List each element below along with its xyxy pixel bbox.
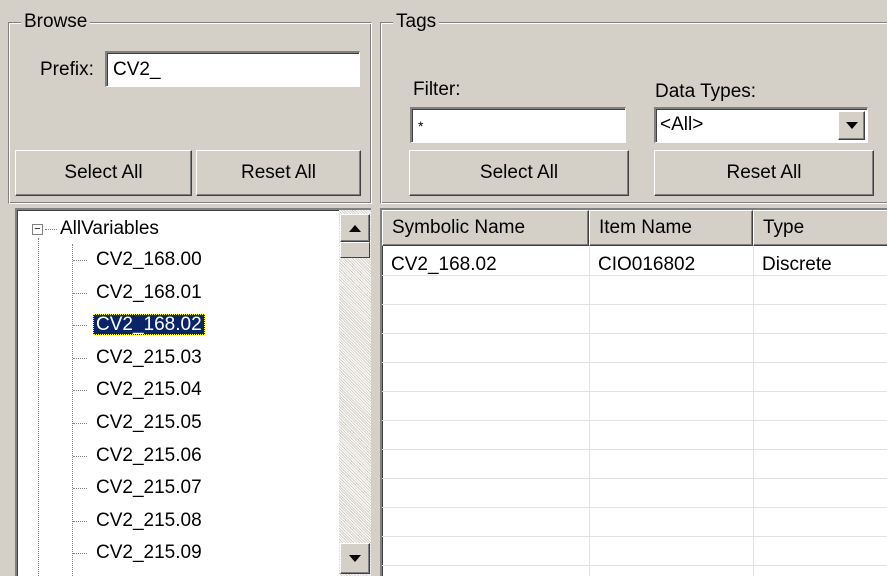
triangle-up-icon bbox=[349, 225, 361, 232]
tree-connector-line bbox=[73, 520, 87, 522]
browse-reset-all-button[interactable]: Reset All bbox=[196, 150, 361, 196]
tree-root-item[interactable]: AllVariables bbox=[57, 213, 162, 245]
tree-connector-line bbox=[72, 244, 73, 576]
data-types-select[interactable]: <All> bbox=[654, 107, 868, 143]
grid-line bbox=[382, 449, 887, 450]
data-types-value: <All> bbox=[660, 114, 704, 135]
table-cell: CV2_168.02 bbox=[391, 254, 497, 275]
grid-line bbox=[382, 565, 887, 566]
column-header-item-name[interactable]: Item Name bbox=[589, 210, 753, 246]
prefix-input[interactable] bbox=[105, 51, 360, 87]
tree-item[interactable]: CV2_168.01 bbox=[93, 277, 205, 309]
tree-connector-line bbox=[73, 390, 87, 392]
tree-scrollbar[interactable] bbox=[339, 210, 371, 576]
filter-label: Filter: bbox=[413, 79, 461, 100]
tree-item[interactable]: CV2_168.00 bbox=[93, 244, 205, 276]
tree-item[interactable]: CV2_215.03 bbox=[93, 342, 205, 374]
tree-item-label: CV2_215.03 bbox=[96, 346, 202, 368]
grid-line bbox=[382, 304, 887, 305]
prefix-label: Prefix: bbox=[40, 59, 94, 80]
table-cell: CIO016802 bbox=[598, 254, 696, 275]
tree-item[interactable]: CV2_215.05 bbox=[93, 407, 205, 439]
grid-line bbox=[382, 536, 887, 537]
table-cell: Discrete bbox=[762, 254, 832, 275]
tree-item[interactable]: CV2_215.06 bbox=[93, 440, 205, 472]
tree-scroll-thumb[interactable] bbox=[340, 242, 370, 258]
tree-item-label: CV2_168.00 bbox=[96, 249, 202, 270]
tree-item-label: CV2_215.05 bbox=[96, 412, 202, 433]
tree-item-label: CV2_215.04 bbox=[96, 379, 202, 401]
tree-connector-line bbox=[38, 238, 39, 576]
tree-connector-line bbox=[73, 292, 87, 294]
tree-item[interactable]: CV2_168.02 bbox=[93, 309, 205, 341]
data-types-dropdown-button[interactable] bbox=[838, 111, 865, 140]
tree-item-label: CV2_168.02 bbox=[93, 314, 205, 336]
tags-select-all-button[interactable]: Select All bbox=[409, 150, 629, 196]
column-header-symbolic-name[interactable]: Symbolic Name bbox=[382, 210, 589, 246]
tree-item-label: CV2_168.01 bbox=[96, 281, 202, 303]
tree-item-label: CV2_215.06 bbox=[96, 444, 202, 466]
tree-scroll-down-button[interactable] bbox=[340, 543, 370, 574]
grid-line bbox=[382, 391, 887, 392]
tree-item[interactable]: CV2_215.04 bbox=[93, 374, 205, 406]
tree-connector-line bbox=[73, 260, 87, 261]
browse-group-title: Browse bbox=[21, 11, 91, 33]
tree-item-label: CV2_215.09 bbox=[96, 542, 202, 564]
tree-item[interactable]: CV2_215.07 bbox=[93, 472, 205, 504]
grid-line bbox=[589, 246, 590, 576]
tree-connector-line bbox=[73, 325, 87, 327]
tags-table[interactable]: Symbolic Name Item Name Type CV2_168.02 C… bbox=[380, 208, 887, 576]
grid-line bbox=[382, 420, 887, 421]
grid-line bbox=[382, 333, 887, 334]
variables-tree[interactable]: − AllVariables CV2_168.00 CV2_168.01 CV2_1… bbox=[15, 208, 371, 576]
data-types-label: Data Types: bbox=[655, 81, 757, 102]
grid-line bbox=[382, 362, 887, 363]
tree-item[interactable]: CV2_215.08 bbox=[93, 505, 205, 537]
tree-item-label: CV2_215.07 bbox=[96, 477, 202, 499]
tree-connector-line bbox=[73, 423, 87, 424]
collapse-icon[interactable]: − bbox=[32, 224, 43, 235]
triangle-down-icon bbox=[349, 555, 361, 562]
tree-connector-line bbox=[73, 455, 87, 457]
grid-line bbox=[382, 507, 887, 508]
grid-line bbox=[753, 246, 754, 576]
grid-line bbox=[382, 478, 887, 479]
tree-item-label: CV2_215.08 bbox=[96, 509, 202, 531]
tags-group-title: Tags bbox=[393, 11, 440, 33]
tree-scroll-up-button[interactable] bbox=[340, 214, 370, 242]
tree-connector-line bbox=[73, 357, 87, 359]
tags-reset-all-button[interactable]: Reset All bbox=[654, 150, 874, 196]
column-header-type[interactable]: Type bbox=[753, 210, 887, 246]
triangle-down-icon bbox=[846, 122, 858, 129]
browse-select-all-button[interactable]: Select All bbox=[15, 150, 192, 196]
tree-connector-line bbox=[73, 488, 87, 490]
tree-connector-line bbox=[73, 553, 87, 555]
tree-item[interactable]: CV2_215.09 bbox=[93, 537, 205, 569]
tree-root-label: AllVariables bbox=[60, 218, 159, 239]
tree-connector-line bbox=[45, 229, 57, 230]
filter-input[interactable] bbox=[410, 107, 626, 143]
